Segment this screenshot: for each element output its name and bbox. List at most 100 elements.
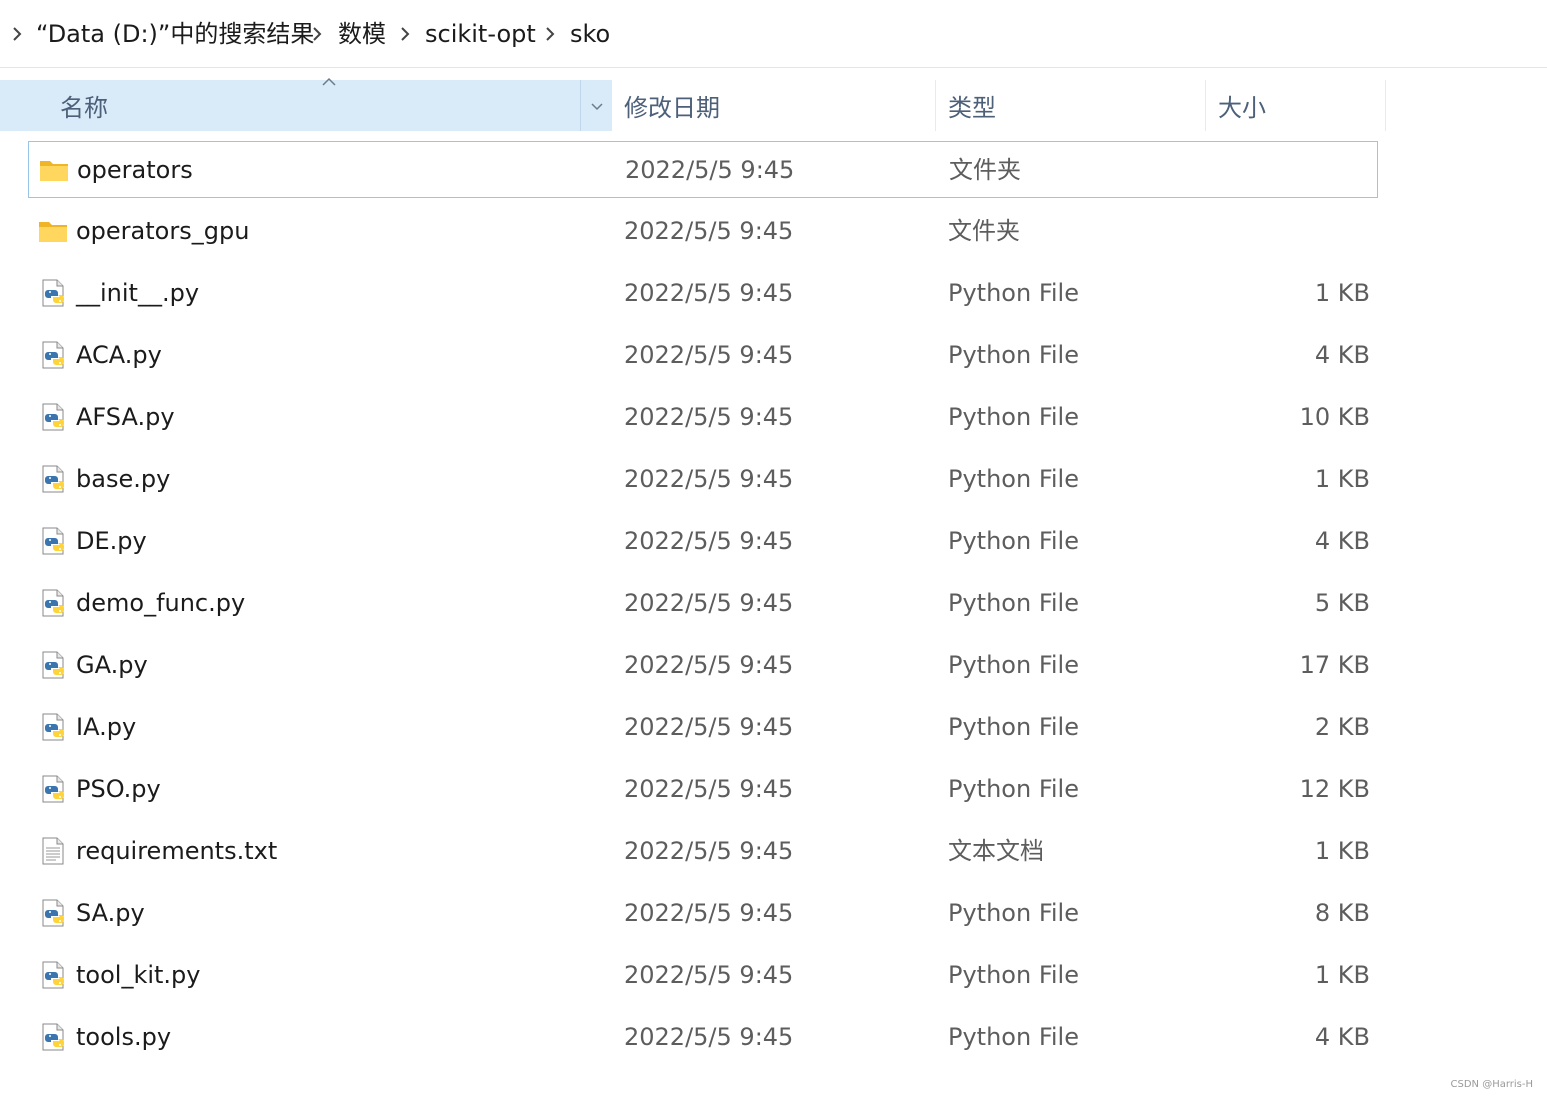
- column-dropdown-button[interactable]: [580, 80, 612, 131]
- file-date: 2022/5/5 9:45: [624, 899, 794, 927]
- file-type: Python File: [948, 279, 1079, 307]
- file-row[interactable]: __init__.py 2022/5/5 9:45 Python File 1 KB: [28, 265, 1378, 322]
- file-type: 文本文档: [948, 837, 1044, 865]
- file-date: 2022/5/5 9:45: [624, 775, 794, 803]
- file-date: 2022/5/5 9:45: [624, 837, 794, 865]
- file-type: 文件夹: [949, 156, 1021, 184]
- file-size: 10 KB: [1299, 403, 1370, 431]
- text-file-icon: [38, 836, 68, 866]
- file-row[interactable]: base.py 2022/5/5 9:45 Python File 1 KB: [28, 451, 1378, 508]
- folder-icon: [38, 216, 68, 246]
- file-row[interactable]: DE.py 2022/5/5 9:45 Python File 4 KB: [28, 513, 1378, 570]
- file-type: Python File: [948, 465, 1079, 493]
- file-name: IA.py: [76, 713, 137, 741]
- file-row[interactable]: tool_kit.py 2022/5/5 9:45 Python File 1 KB: [28, 947, 1378, 1004]
- file-row[interactable]: operators_gpu 2022/5/5 9:45 文件夹: [28, 203, 1378, 260]
- file-size: 4 KB: [1314, 1023, 1370, 1051]
- watermark: CSDN @Harris-H: [1450, 1079, 1534, 1090]
- file-type: Python File: [948, 651, 1079, 679]
- column-header-label: 修改日期: [624, 94, 720, 122]
- chevron-right-icon[interactable]: [541, 25, 559, 43]
- chevron-down-icon: [590, 102, 603, 110]
- file-date: 2022/5/5 9:45: [624, 341, 794, 369]
- file-name: __init__.py: [76, 279, 200, 307]
- breadcrumb-item-sko[interactable]: sko: [570, 17, 610, 51]
- file-size: 12 KB: [1299, 775, 1370, 803]
- file-date: 2022/5/5 9:45: [624, 651, 794, 679]
- file-date: 2022/5/5 9:45: [624, 403, 794, 431]
- file-type: Python File: [948, 403, 1079, 431]
- file-row[interactable]: requirements.txt 2022/5/5 9:45 文本文档 1 KB: [28, 823, 1378, 880]
- file-row[interactable]: PSO.py 2022/5/5 9:45 Python File 12 KB: [28, 761, 1378, 818]
- breadcrumb-label: “Data (D:)”中的搜索结果: [36, 20, 315, 48]
- file-date: 2022/5/5 9:45: [625, 156, 795, 184]
- python-file-icon: [38, 278, 68, 308]
- file-name: base.py: [76, 465, 171, 493]
- column-header-name[interactable]: 名称: [0, 77, 612, 131]
- file-size: 2 KB: [1314, 713, 1370, 741]
- chevron-right-icon[interactable]: [396, 25, 414, 43]
- sort-ascending-icon: [322, 77, 336, 86]
- breadcrumb-item-shumo[interactable]: 数模: [338, 17, 386, 51]
- python-file-icon: [38, 960, 68, 990]
- file-date: 2022/5/5 9:45: [624, 589, 794, 617]
- python-file-icon: [38, 650, 68, 680]
- file-row[interactable]: demo_func.py 2022/5/5 9:45 Python File 5 KB: [28, 575, 1378, 632]
- file-date: 2022/5/5 9:45: [624, 527, 794, 555]
- file-name: ACA.py: [76, 341, 162, 369]
- column-header-label: 名称: [60, 94, 108, 122]
- breadcrumb-label: sko: [570, 20, 611, 48]
- file-row[interactable]: ACA.py 2022/5/5 9:45 Python File 4 KB: [28, 327, 1378, 384]
- file-type: Python File: [948, 899, 1079, 927]
- file-row[interactable]: operators 2022/5/5 9:45 文件夹: [28, 141, 1378, 198]
- file-date: 2022/5/5 9:45: [624, 279, 794, 307]
- file-row[interactable]: IA.py 2022/5/5 9:45 Python File 2 KB: [28, 699, 1378, 756]
- file-size: 1 KB: [1314, 279, 1370, 307]
- column-header-size[interactable]: 大小: [1206, 80, 1386, 131]
- column-header-type[interactable]: 类型: [936, 80, 1206, 131]
- file-date: 2022/5/5 9:45: [624, 713, 794, 741]
- python-file-icon: [38, 774, 68, 804]
- python-file-icon: [38, 588, 68, 618]
- column-header-date[interactable]: 修改日期: [612, 80, 936, 131]
- breadcrumb-label: 数模: [338, 20, 386, 48]
- column-header-label: 类型: [948, 94, 996, 122]
- breadcrumb: “Data (D:)”中的搜索结果 数模 scikit-opt sko: [0, 0, 1547, 68]
- file-name: operators: [77, 156, 193, 184]
- file-size: 4 KB: [1314, 341, 1370, 369]
- file-date: 2022/5/5 9:45: [624, 961, 794, 989]
- file-row[interactable]: GA.py 2022/5/5 9:45 Python File 17 KB: [28, 637, 1378, 694]
- file-name: tools.py: [76, 1023, 172, 1051]
- file-type: 文件夹: [948, 217, 1020, 245]
- file-size: 8 KB: [1314, 899, 1370, 927]
- python-file-icon: [38, 898, 68, 928]
- file-name: PSO.py: [76, 775, 161, 803]
- python-file-icon: [38, 464, 68, 494]
- file-name: operators_gpu: [76, 217, 250, 245]
- file-type: Python File: [948, 961, 1079, 989]
- file-date: 2022/5/5 9:45: [624, 217, 794, 245]
- file-row[interactable]: SA.py 2022/5/5 9:45 Python File 8 KB: [28, 885, 1378, 942]
- file-type: Python File: [948, 1023, 1079, 1051]
- file-date: 2022/5/5 9:45: [624, 1023, 794, 1051]
- file-size: 17 KB: [1299, 651, 1370, 679]
- breadcrumb-item-scikit-opt[interactable]: scikit-opt: [425, 17, 536, 51]
- file-size: 4 KB: [1314, 527, 1370, 555]
- file-type: Python File: [948, 527, 1079, 555]
- file-type: Python File: [948, 775, 1079, 803]
- python-file-icon: [38, 1022, 68, 1052]
- chevron-right-icon[interactable]: [308, 25, 326, 43]
- column-header-label: 大小: [1218, 94, 1266, 122]
- file-date: 2022/5/5 9:45: [624, 465, 794, 493]
- python-file-icon: [38, 402, 68, 432]
- breadcrumb-item-search-results[interactable]: “Data (D:)”中的搜索结果: [36, 17, 314, 51]
- file-size: 1 KB: [1314, 961, 1370, 989]
- file-row[interactable]: tools.py 2022/5/5 9:45 Python File 4 KB: [28, 1009, 1378, 1066]
- file-row[interactable]: AFSA.py 2022/5/5 9:45 Python File 10 KB: [28, 389, 1378, 446]
- file-type: Python File: [948, 341, 1079, 369]
- file-name: GA.py: [76, 651, 148, 679]
- folder-icon: [39, 155, 69, 185]
- chevron-right-icon[interactable]: [8, 25, 26, 43]
- file-name: SA.py: [76, 899, 145, 927]
- file-name: requirements.txt: [76, 837, 278, 865]
